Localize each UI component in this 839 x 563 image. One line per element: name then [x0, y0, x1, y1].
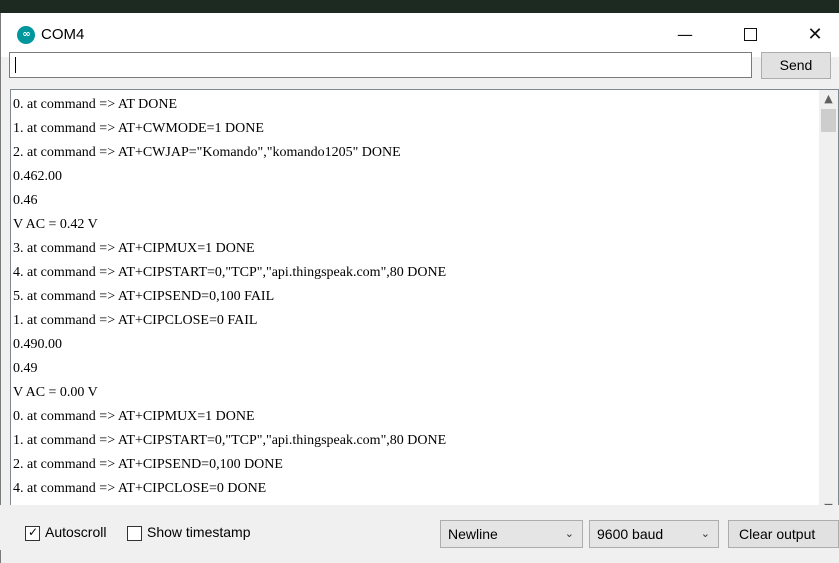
console-line: V AC = 0.42 V — [13, 217, 98, 232]
scroll-up-icon[interactable]: ▲ — [819, 90, 838, 107]
chevron-down-icon: ⌄ — [700, 527, 710, 540]
console-line: V AC = 0.00 V — [13, 385, 98, 400]
show-timestamp-label[interactable]: Show timestamp — [147, 524, 250, 540]
console-line: 4. at command => AT+CIPCLOSE=0 DONE — [13, 481, 267, 496]
bottom-toolbar: ✓ Autoscroll Show timestamp Newline ⌄ 96… — [0, 505, 839, 550]
close-button[interactable]: ✕ — [792, 13, 838, 57]
line-ending-value: Newline — [448, 526, 498, 542]
maximize-icon — [743, 27, 757, 41]
chevron-down-icon: ⌄ — [564, 527, 574, 540]
baud-rate-value: 9600 baud — [597, 526, 664, 542]
console-line: 2. at command => AT+CWJAP="Komando","kom… — [13, 145, 401, 160]
console-line: 0.462.00 — [13, 169, 62, 184]
console-line: 0. at command => AT DONE — [13, 97, 178, 112]
checkmark-icon: ✓ — [28, 525, 39, 539]
console-lines: 0. at command => AT DONE 1. at command =>… — [13, 93, 818, 516]
console-line: 3. at command => AT+CIPMUX=1 DONE — [13, 241, 255, 256]
console-line: 1. at command => AT+CWMODE=1 DONE — [13, 121, 264, 136]
minimize-button[interactable]: — — [662, 13, 708, 57]
console-line: 5. at command => AT+CIPSEND=0,100 FAIL — [13, 289, 275, 304]
serial-output-console[interactable]: 0. at command => AT DONE 1. at command =>… — [10, 89, 839, 517]
show-timestamp-checkbox[interactable] — [127, 526, 142, 541]
autoscroll-label[interactable]: Autoscroll — [45, 524, 106, 540]
console-line: 4. at command => AT+CIPSTART=0,"TCP","ap… — [13, 265, 447, 280]
baud-rate-select[interactable]: 9600 baud ⌄ — [589, 520, 719, 548]
maximize-button[interactable] — [727, 13, 773, 57]
vertical-scrollbar[interactable]: ▲ ▼ — [819, 90, 838, 516]
console-line: 0.490.00 — [13, 337, 62, 352]
text-caret — [15, 57, 16, 73]
desktop-top-strip — [0, 0, 839, 13]
console-line: 0.46 — [13, 193, 38, 208]
scroll-thumb[interactable] — [821, 109, 836, 132]
console-line: 0.49 — [13, 361, 38, 376]
console-line: 2. at command => AT+CIPSEND=0,100 DONE — [13, 457, 283, 472]
send-button[interactable]: Send — [761, 52, 831, 79]
arduino-icon: ∞ — [17, 26, 35, 44]
console-line: 0. at command => AT+CIPMUX=1 DONE — [13, 409, 255, 424]
serial-input-field[interactable] — [9, 52, 752, 78]
autoscroll-checkbox[interactable]: ✓ — [25, 525, 40, 541]
title-bar[interactable]: ∞ COM4 — ✕ — [1, 13, 839, 57]
console-line: 1. at command => AT+CIPCLOSE=0 FAIL — [13, 313, 258, 328]
console-line: 1. at command => AT+CIPSTART=0,"TCP","ap… — [13, 433, 447, 448]
window-title: COM4 — [41, 26, 85, 43]
line-ending-select[interactable]: Newline ⌄ — [440, 520, 583, 548]
clear-output-button[interactable]: Clear output — [728, 520, 839, 548]
